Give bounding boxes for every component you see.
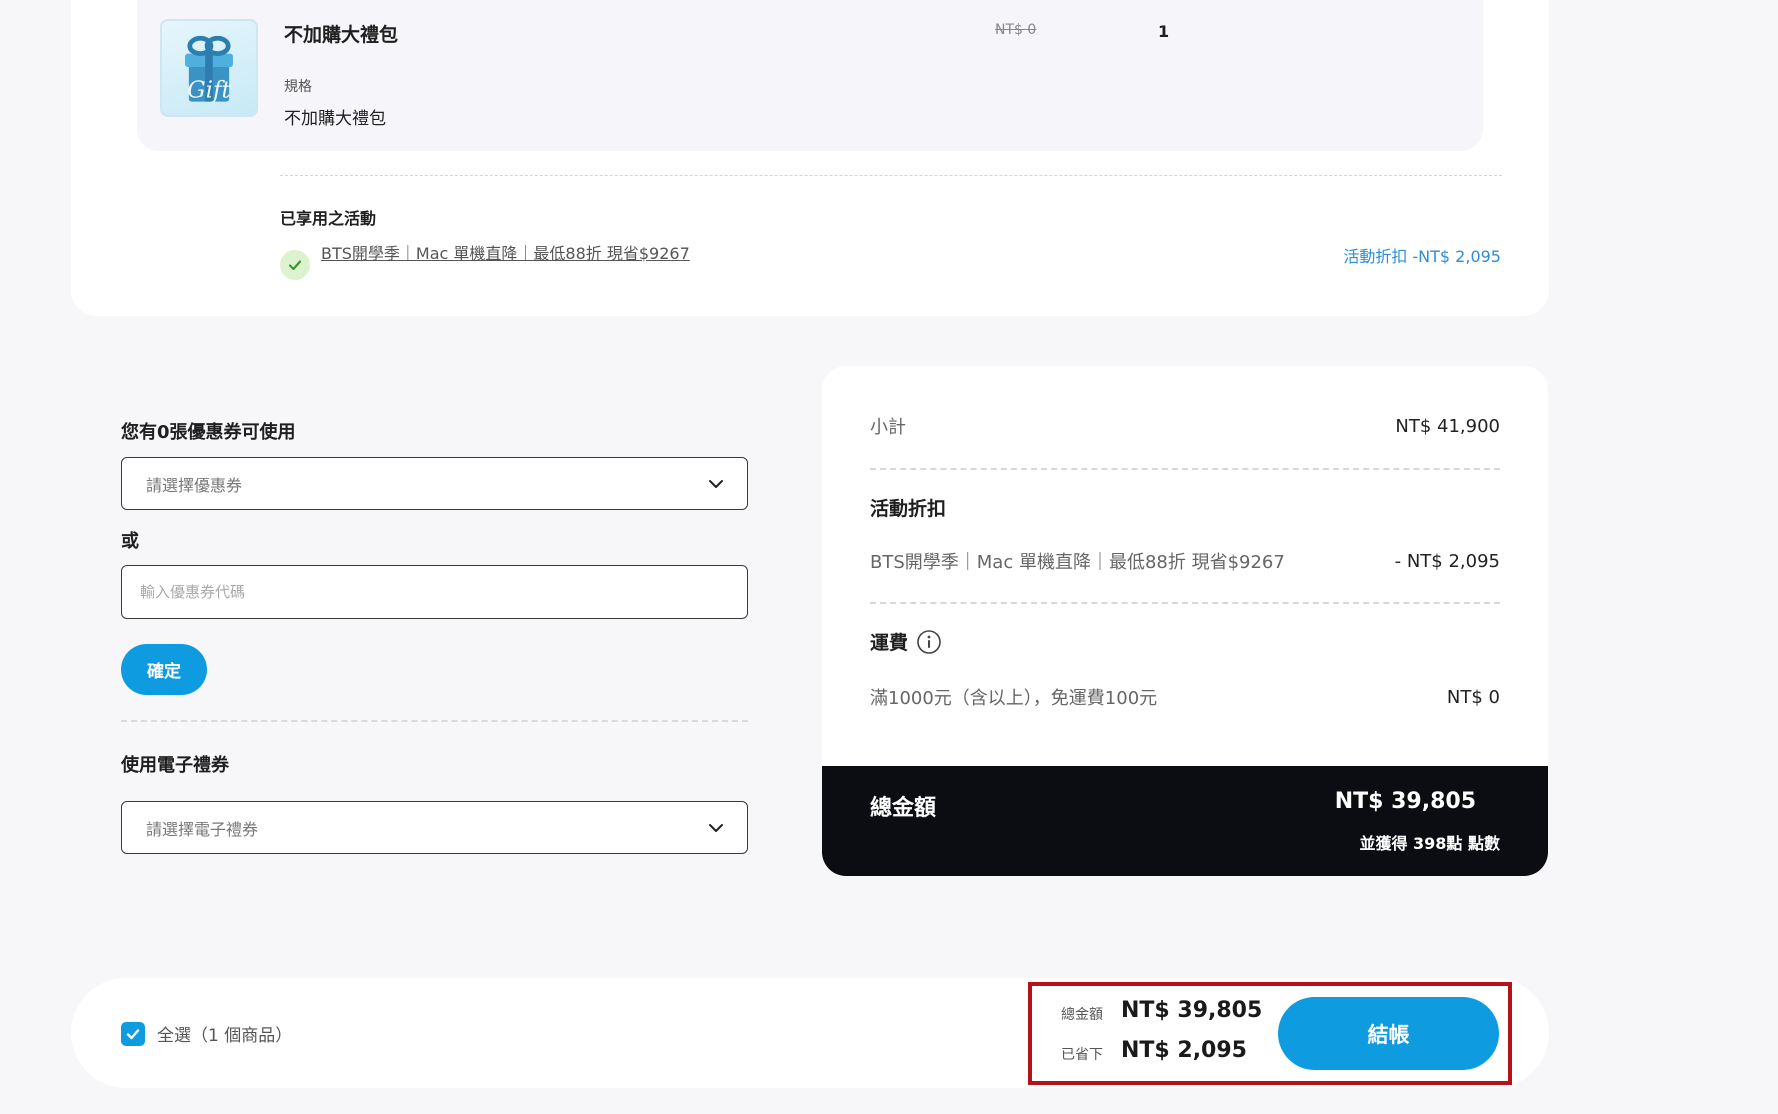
discount-description: BTS開學季｜Mac 單機直降｜最低88折 現省$9267 — [870, 552, 1285, 573]
check-circle-icon — [280, 250, 310, 280]
product-name: 不加購大禮包 — [284, 24, 399, 46]
gift-box-icon: Gift — [160, 19, 258, 117]
select-all-checkbox[interactable] — [121, 1021, 145, 1046]
points-earned: 並獲得 398點 點數 — [1359, 834, 1500, 853]
or-label: 或 — [121, 531, 139, 552]
checkout-button[interactable]: 結帳 — [1278, 997, 1499, 1070]
gift-thumbnail-text: Gift — [187, 78, 231, 104]
total-amount: NT$ 39,805 — [1334, 789, 1476, 814]
evoucher-select[interactable]: 請選擇電子禮券 — [121, 801, 748, 854]
bottom-saved-value: NT$ 2,095 — [1121, 1038, 1247, 1063]
checkout-page: Gift 不加購大禮包 規格 不加購大禮包 NT$ 0 1 已享用之活動 BTS… — [0, 0, 1778, 1114]
divider — [870, 602, 1500, 604]
spec-label: 規格 — [284, 79, 312, 95]
promo-link[interactable]: BTS開學季｜Mac 單機直降｜最低88折 現省$9267 — [321, 241, 691, 267]
divider — [280, 175, 1502, 176]
order-summary: 小計 NT$ 41,900 活動折扣 BTS開學季｜Mac 單機直降｜最低88折… — [822, 366, 1548, 876]
select-all-label: 全選（1 個商品） — [157, 1026, 293, 1046]
bottom-saved-label: 已省下 — [1061, 1047, 1103, 1063]
divider — [870, 468, 1500, 470]
subtotal-label: 小計 — [870, 417, 906, 438]
coupon-select[interactable]: 請選擇優惠券 — [121, 457, 748, 510]
product-price: NT$ 0 — [995, 22, 1037, 38]
coupon-count-title: 您有0張優惠券可使用 — [121, 422, 296, 443]
promo-discount: 活動折扣 -NT$ 2,095 — [1343, 247, 1501, 266]
evoucher-select-placeholder: 請選擇電子禮券 — [146, 819, 259, 839]
subtotal-value: NT$ 41,900 — [1395, 415, 1500, 437]
product-quantity: 1 — [1158, 22, 1170, 41]
bottom-total-label: 總金額 — [1061, 1007, 1103, 1023]
applied-promos-title: 已享用之活動 — [280, 209, 377, 228]
evoucher-title: 使用電子禮券 — [121, 755, 229, 776]
chevron-down-icon — [709, 823, 723, 832]
discount-heading: 活動折扣 — [870, 498, 947, 520]
total-bar: 總金額 NT$ 39,805 並獲得 398點 點數 — [822, 766, 1548, 876]
shipping-value: NT$ 0 — [1446, 686, 1500, 708]
select-all-toggle[interactable]: 全選（1 個商品） — [121, 1021, 292, 1046]
coupon-code-input[interactable] — [121, 565, 748, 619]
confirm-coupon-button[interactable]: 確定 — [121, 644, 207, 695]
bottom-total-value: NT$ 39,805 — [1121, 998, 1263, 1023]
shipping-heading: 運費 — [870, 632, 909, 654]
chevron-down-icon — [709, 479, 723, 488]
coupon-select-placeholder: 請選擇優惠券 — [146, 475, 243, 495]
info-icon[interactable] — [916, 629, 942, 655]
shipping-description: 滿1000元（含以上），免運費100元 — [870, 688, 1158, 709]
total-label: 總金額 — [870, 796, 937, 821]
spec-value: 不加購大禮包 — [284, 109, 386, 129]
discount-value: - NT$ 2,095 — [1394, 550, 1500, 572]
divider — [121, 720, 748, 722]
